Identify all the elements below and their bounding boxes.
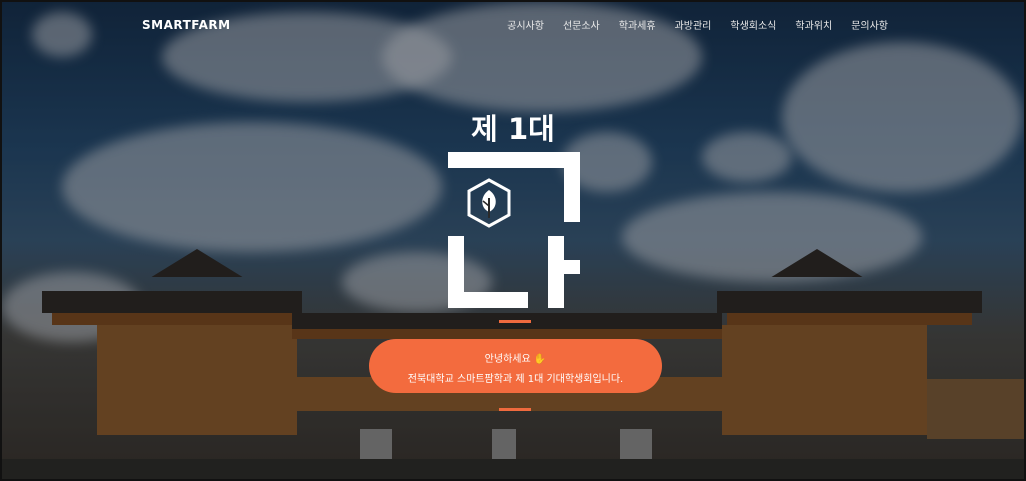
greeting-text: 안녕하세요 xyxy=(484,354,531,365)
nav-item-news[interactable]: 선문소사 xyxy=(563,17,600,32)
greeting-message: 전북대학교 스마트팜학과 제 1대 기대학생회입니다. xyxy=(407,374,624,385)
nav-item-room[interactable]: 과방관리 xyxy=(675,17,712,32)
nav-item-partnership[interactable]: 학과세휴 xyxy=(619,17,656,32)
nav-item-location[interactable]: 학과위치 xyxy=(795,17,832,32)
accent-bar-top xyxy=(499,320,531,323)
hero-section: SMARTFARM 공시사항 선문소사 학과세휴 과방관리 학생회소식 학과위치… xyxy=(0,0,1026,481)
hand-wave-icon: ✋ xyxy=(533,354,547,365)
top-nav: SMARTFARM 공시사항 선문소사 학과세휴 과방관리 학생회소식 학과위치… xyxy=(2,2,1024,48)
gidae-logo xyxy=(448,152,580,308)
leaf-emblem-icon xyxy=(467,178,511,228)
nav-menu: 공시사항 선문소사 학과세휴 과방관리 학생회소식 학과위치 문의사항 xyxy=(507,17,888,32)
accent-bar-bottom xyxy=(499,408,531,411)
nav-item-council-news[interactable]: 학생회소식 xyxy=(730,17,776,32)
brand-logo[interactable]: SMARTFARM xyxy=(142,18,231,32)
hero-subtitle: 제 1대 xyxy=(471,112,555,146)
nav-item-notice[interactable]: 공시사항 xyxy=(507,17,544,32)
greeting-banner: 안녕하세요 ✋ 전북대학교 스마트팜학과 제 1대 기대학생회입니다. xyxy=(369,339,662,393)
nav-item-contact[interactable]: 문의사항 xyxy=(851,17,888,32)
